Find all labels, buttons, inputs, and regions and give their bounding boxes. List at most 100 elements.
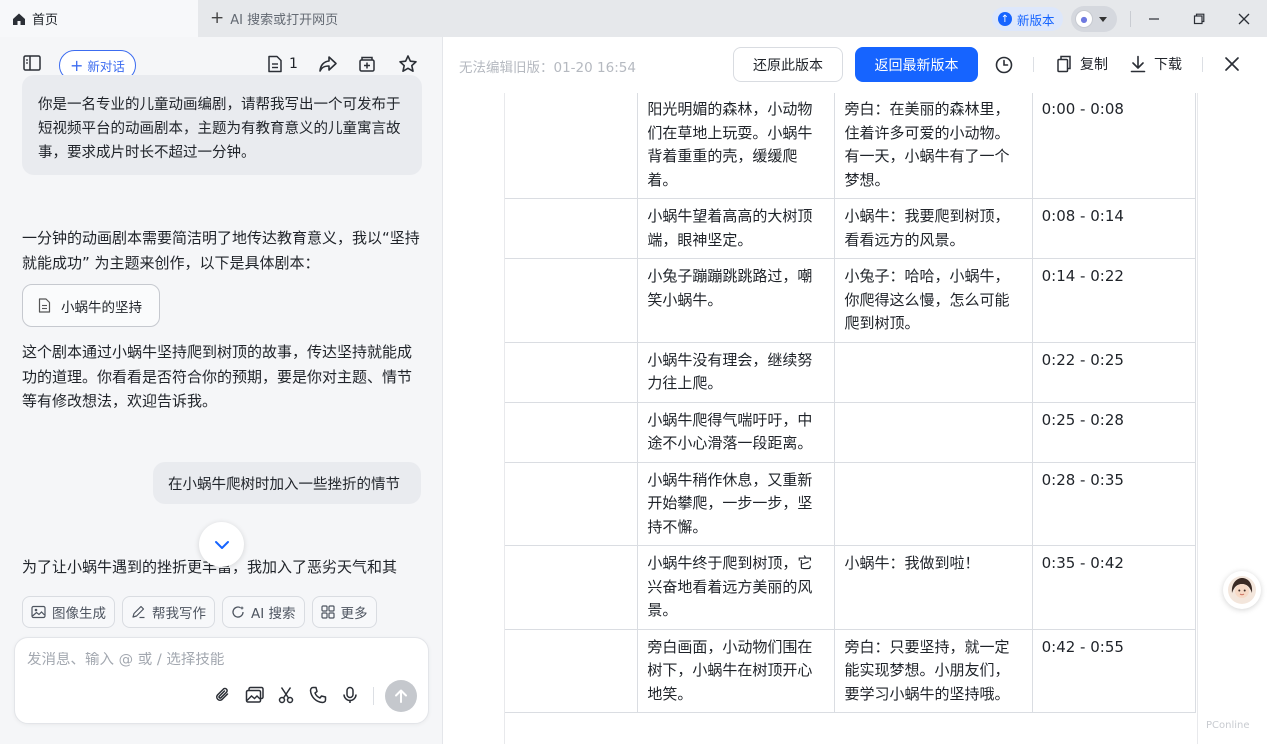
share-icon — [319, 56, 337, 72]
archive-button[interactable] — [358, 55, 376, 77]
table-cell: 小蜗牛终于爬到树顶，它兴奋地看着远方美丽的风景。 — [637, 545, 836, 630]
table-row: 小蜗牛没有理会，继续努力往上爬。 0:22 - 0:25 — [505, 341, 1197, 403]
table-cell: 小蜗牛没有理会，继续努力往上爬。 — [637, 341, 836, 403]
search-spark-icon — [232, 606, 244, 618]
document-card[interactable]: 小蜗牛的坚持 — [22, 284, 160, 327]
new-version-label: 新版本 — [1017, 12, 1055, 28]
user-message: 你是一名专业的儿童动画编剧，请帮我写出一个可发布于短视频平台的动画剧本，主题为有… — [22, 75, 422, 175]
divider — [1033, 57, 1034, 72]
table-cell: 旁白：在美丽的森林里，住着许多可爱的小动物。有一天，小蜗牛有了一个梦想。 — [834, 93, 1033, 199]
divider — [1130, 11, 1131, 27]
restore-version-button[interactable]: 还原此版本 — [733, 47, 843, 82]
watermark: PConline — [1206, 720, 1250, 731]
image-upload-button[interactable] — [245, 686, 265, 708]
table-row: 小蜗牛望着高高的大树顶端，眼神坚定。 小蜗牛：我要爬到树顶，看看远方的风景。 0:0… — [505, 198, 1197, 259]
assistant-message: 这个剧本通过小蜗牛坚持爬到树顶的故事，传达坚持就能成功的道理。你看看是否符合你的… — [22, 343, 413, 410]
screenshot-button[interactable] — [278, 686, 294, 708]
title-bar: 首页 + AI 搜索或打开网页 ↑ 新版本 ● — [0, 0, 1267, 37]
assistant-avatar[interactable] — [1223, 571, 1261, 609]
table-cell — [834, 461, 1033, 546]
document-page: 阳光明媚的森林，小动物们在草地上玩耍。小蜗牛背着重重的壳，缓缓爬着。 旁白：在美丽… — [504, 93, 1198, 744]
home-icon — [13, 13, 25, 25]
table-cell: 0:25 - 0:28 — [1031, 401, 1197, 463]
table-cell: 小兔子蹦蹦跳跳路过，嘲笑小蜗牛。 — [637, 258, 836, 343]
voice-input-button[interactable] — [342, 686, 358, 708]
table-row: 小蜗牛稍作休息，又重新开始攀爬，一步一步，坚持不懈。 0:28 - 0:35 — [505, 461, 1197, 546]
tab-new[interactable]: + AI 搜索或打开网页 — [210, 0, 338, 37]
table-cell: 小蜗牛：我做到啦！ — [834, 545, 1033, 630]
table-cell: 0:35 - 0:42 — [1031, 545, 1197, 630]
table-cell — [505, 461, 639, 546]
table-cell — [505, 401, 639, 463]
phone-icon — [309, 686, 327, 704]
sidebar-toggle-button[interactable] — [22, 54, 42, 76]
scissors-icon — [278, 687, 294, 704]
table-row: 阳光明媚的森林，小动物们在草地上玩耍。小蜗牛背着重重的壳，缓缓爬着。 旁白：在美丽… — [505, 93, 1197, 199]
close-icon — [1225, 57, 1239, 71]
document-toolbar: 无法编辑旧版：01-20 16:54 还原此版本 返回最新版本 复制 下载 — [443, 37, 1267, 93]
history-button[interactable] — [994, 55, 1014, 79]
user-avatar-icon: ● — [1075, 10, 1093, 28]
share-button[interactable] — [318, 55, 338, 77]
close-window-button[interactable] — [1224, 0, 1264, 37]
table-cell: 0:00 - 0:08 — [1031, 93, 1197, 199]
skill-ai-search[interactable]: AI 搜索 — [222, 596, 305, 628]
history-icon — [995, 56, 1013, 74]
document-viewer: 阳光明媚的森林，小动物们在草地上玩耍。小蜗牛背着重重的壳，缓缓爬着。 旁白：在美丽… — [443, 93, 1267, 744]
skill-label: 帮我写作 — [152, 606, 206, 622]
copy-button[interactable]: 复制 — [1056, 54, 1108, 74]
table-row: 小兔子蹦蹦跳跳路过，嘲笑小蜗牛。 小兔子：哈哈，小蜗牛，你爬得这么慢，怎么可能爬到… — [505, 258, 1197, 343]
skill-image-generation[interactable]: 图像生成 — [22, 596, 115, 628]
grid-icon — [320, 605, 335, 619]
scroll-to-bottom-button[interactable] — [199, 522, 244, 567]
archive-icon — [359, 56, 375, 72]
back-to-latest-button[interactable]: 返回最新版本 — [855, 47, 978, 82]
skill-bar: 图像生成 帮我写作 AI 搜索 更多 — [22, 596, 384, 628]
table-cell — [505, 93, 639, 199]
user-menu-button[interactable]: ● — [1071, 6, 1117, 32]
table-cell — [505, 628, 639, 713]
table-cell — [834, 341, 1033, 403]
skill-label: 图像生成 — [52, 606, 106, 622]
attach-icon — [216, 687, 229, 701]
pen-icon — [132, 605, 145, 619]
message-input[interactable] — [27, 652, 407, 668]
table-row: 小蜗牛终于爬到树顶，它兴奋地看着远方美丽的风景。 小蜗牛：我做到啦！ 0:35 - … — [505, 545, 1197, 630]
divider — [1202, 57, 1203, 72]
star-icon — [399, 55, 417, 72]
download-button[interactable]: 下载 — [1130, 54, 1182, 74]
close-document-button[interactable] — [1223, 55, 1241, 77]
user-message: 在小蜗牛爬树时加入一些挫折的情节 — [153, 462, 421, 504]
skill-more[interactable]: 更多 — [311, 596, 377, 628]
table-cell: 小蜗牛稍作休息，又重新开始攀爬，一步一步，坚持不懈。 — [637, 461, 836, 546]
voice-call-button[interactable] — [309, 686, 327, 708]
script-table: 阳光明媚的森林，小动物们在草地上玩耍。小蜗牛背着重重的壳，缓缓爬着。 旁白：在美丽… — [505, 93, 1197, 713]
table-row: 小蜗牛爬得气喘吁吁，中途不小心滑落一段距离。 0:25 - 0:28 — [505, 401, 1197, 463]
table-cell — [505, 258, 639, 343]
tab-new-label: AI 搜索或打开网页 — [230, 13, 339, 28]
restore-window-icon — [1193, 13, 1205, 24]
attach-button[interactable] — [214, 686, 232, 708]
table-row: 旁白画面，小动物们围在树下，小蜗牛在树顶开心地笑。 旁白：只要坚持，就一定能实现梦… — [505, 628, 1197, 713]
new-chat-label: 新对话 — [87, 59, 125, 74]
skill-label: 更多 — [340, 606, 368, 622]
table-cell: 小蜗牛：我要爬到树顶，看看远方的风景。 — [834, 198, 1033, 259]
minimize-button[interactable] — [1134, 0, 1174, 37]
restore-window-button[interactable] — [1179, 0, 1219, 37]
table-cell: 0:42 - 0:55 — [1031, 628, 1197, 713]
assistant-avatar-icon — [1228, 576, 1256, 604]
image-icon — [31, 605, 46, 619]
new-version-button[interactable]: ↑ 新版本 — [992, 7, 1063, 31]
table-cell — [505, 198, 639, 259]
plus-icon: + — [210, 8, 225, 28]
table-cell — [505, 341, 639, 403]
documents-button[interactable]: 1 — [267, 55, 298, 73]
tab-home[interactable]: 首页 — [0, 0, 198, 37]
download-icon — [1130, 55, 1146, 73]
skill-writing[interactable]: 帮我写作 — [122, 596, 215, 628]
send-button[interactable] — [385, 680, 417, 712]
assistant-message: 一分钟的动画剧本需要简洁明了地传达教育意义，我以“坚持就能成功” 为主题来创作，… — [22, 229, 420, 272]
table-cell: 旁白画面，小动物们围在树下，小蜗牛在树顶开心地笑。 — [637, 628, 836, 713]
table-cell: 小蜗牛望着高高的大树顶端，眼神坚定。 — [637, 198, 836, 259]
mic-icon — [343, 686, 357, 703]
